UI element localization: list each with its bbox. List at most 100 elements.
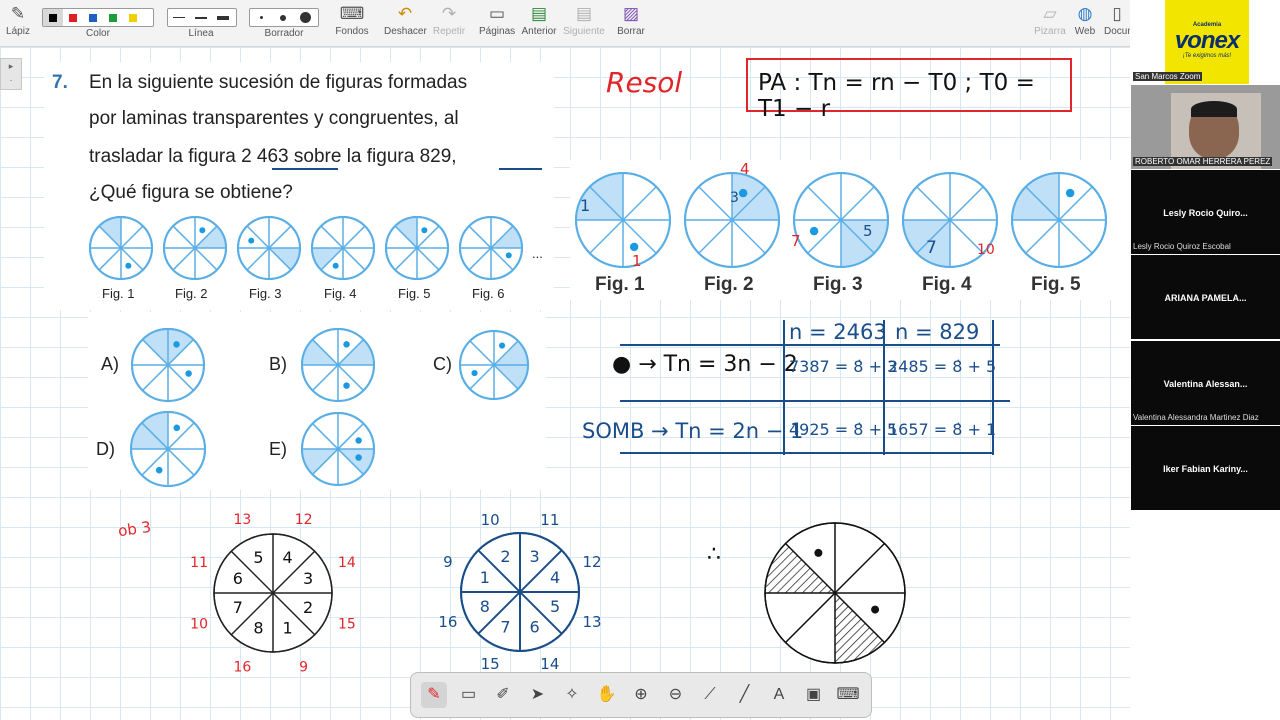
pencil-icon: ✎	[10, 4, 26, 23]
highlighter-icon[interactable]: ✐	[490, 682, 516, 708]
pa-formula: PA : Tn = rn − T0 ; T0 = T1 − r	[758, 70, 1035, 122]
option-figures	[130, 328, 529, 487]
undo-button[interactable]: ↶ Deshacer	[384, 2, 427, 37]
participant-fullname: Valentina Alessandra Martinez Diaz	[1133, 413, 1259, 422]
pen-icon[interactable]: ✎	[421, 682, 447, 708]
fig-label-2: Fig. 2	[175, 286, 208, 301]
participant-tile-2[interactable]: ARIANA PAMELA...	[1131, 255, 1280, 339]
final-answer-figure	[764, 522, 906, 664]
small-figure-4	[311, 216, 375, 280]
color-swatch-green[interactable]	[103, 9, 123, 26]
wheel1-inner-number-7: 7	[233, 598, 243, 617]
participant-name: Iker Fabian Kariny...	[1163, 464, 1248, 474]
enlarged-figure-row: Fig. 1 Fig. 2 Fig. 3 Fig. 4 Fig. 5 1 1 3…	[570, 160, 1130, 300]
participant-tile-3[interactable]: Valentina Alessan... Valentina Alessandr…	[1131, 341, 1280, 425]
wheel2-inner-number-7: 8	[480, 597, 490, 616]
wheel2-inner-number-4: 5	[550, 597, 560, 616]
problem-statement: 7. En la siguiente sucesión de figuras f…	[44, 62, 554, 310]
pages-button[interactable]: ▭ Páginas	[479, 2, 515, 37]
big-fig-label-3: Fig. 3	[813, 274, 863, 295]
pencil-button[interactable]: ✎ Lápiz	[4, 2, 32, 37]
eraser-medium-option[interactable]	[272, 9, 294, 26]
wheel1-outer-number-3: 14	[338, 555, 356, 571]
web-button[interactable]: ◍ Web	[1072, 2, 1098, 37]
pointer-icon[interactable]: ➤	[525, 682, 551, 708]
eraser-large-option[interactable]	[294, 9, 316, 26]
sequence-ellipsis: ...	[532, 246, 543, 261]
color-swatch-blue[interactable]	[83, 9, 103, 26]
keyboard-background-icon: ⌨	[339, 4, 365, 23]
wheel1-outer-number-1: 13	[233, 512, 251, 528]
line-thin-option[interactable]	[168, 9, 190, 26]
side-panel-toggle[interactable]: ▸ ·	[0, 58, 22, 90]
participant-tile-1[interactable]: Lesly Rocio Quiro... Lesly Rocio Quiroz …	[1131, 170, 1280, 254]
wheel2-outer-number-1: 10	[481, 511, 500, 529]
color-label: Color	[86, 28, 110, 39]
fig-label-6: Fig. 6	[472, 286, 505, 301]
clear-button[interactable]: ▨ Borrar	[615, 2, 647, 37]
eraser-icon[interactable]: ▭	[456, 682, 482, 708]
wheel-numbering-2	[460, 532, 580, 652]
participant-tile-4[interactable]: Iker Fabian Kariny...	[1131, 426, 1280, 510]
dot-formula: ● → Tn = 3n − 2	[612, 352, 798, 377]
eraser-label: Borrador	[264, 28, 304, 39]
wheel1-outer-number-4: 15	[338, 616, 356, 632]
screenshot-icon[interactable]: ▣	[801, 682, 827, 708]
option-b-figure	[301, 328, 375, 402]
shade-n2463-value: 4925 = 8̇ + 5	[789, 420, 898, 439]
speaker-tile[interactable]: ROBERTO OMAR HERRERA PEREZ	[1131, 85, 1280, 169]
speaker-name-label: ROBERTO OMAR HERRERA PEREZ	[1133, 157, 1273, 166]
line-label: Línea	[188, 28, 214, 39]
line-width-selector[interactable]	[167, 8, 237, 27]
fig-label-4: Fig. 4	[324, 286, 357, 301]
line-icon[interactable]: ╱	[732, 682, 758, 708]
zoom-out-icon[interactable]: ⊖	[663, 682, 689, 708]
wheel1-outer-number-5: 9	[299, 660, 308, 675]
dot-n2463-value: 7387 = 8̇ + 3	[789, 357, 898, 376]
big-fig-label-1: Fig. 1	[595, 274, 645, 295]
fig2-mark-4: 4	[740, 160, 750, 178]
eraser-size-selector[interactable]	[249, 8, 319, 27]
participant-name: Valentina Alessan...	[1163, 379, 1248, 389]
documents-button[interactable]: ▯ Docum	[1104, 2, 1130, 37]
eraser-small-option[interactable]	[250, 9, 272, 26]
wheel1-outer-number-8: 11	[190, 555, 208, 571]
zoom-in-icon[interactable]: ⊕	[628, 682, 654, 708]
color-swatch-yellow[interactable]	[123, 9, 143, 26]
wheel2-inner-number-5: 6	[529, 617, 539, 636]
fig2-mark-3: 3	[730, 190, 739, 206]
line-medium-option[interactable]	[190, 9, 212, 26]
wheel2-outer-number-3: 12	[583, 553, 602, 571]
participant-name: ARIANA PAMELA...	[1164, 293, 1247, 303]
magic-pointer-icon[interactable]: ✧	[559, 682, 585, 708]
redo-button[interactable]: ↷ Repetir	[432, 2, 466, 37]
hand-icon[interactable]: ✋	[594, 682, 620, 708]
backgrounds-button[interactable]: ⌨ Fondos	[334, 2, 370, 37]
fig3-mark-7: 7	[791, 232, 801, 250]
fig4-mark-10: 10	[977, 242, 995, 258]
wheel1-outer-number-2: 12	[295, 512, 313, 528]
brush-icon[interactable]: ⟋	[697, 682, 723, 708]
line-thick-option[interactable]	[212, 9, 234, 26]
color-swatch-black[interactable]	[43, 9, 63, 26]
wheel1-inner-number-3: 3	[303, 569, 313, 588]
document-icon: ▯	[1112, 4, 1122, 23]
color-palette[interactable]	[42, 8, 154, 27]
color-swatch-red[interactable]	[63, 9, 83, 26]
text-icon[interactable]: A	[766, 682, 792, 708]
wheel2-outer-number-8: 9	[443, 553, 453, 571]
keyboard-icon[interactable]: ⌨	[835, 682, 861, 708]
next-page-button[interactable]: ▤ Siguiente	[563, 2, 605, 37]
small-figure-5	[385, 216, 449, 280]
option-d-figure	[130, 411, 206, 487]
whiteboard-button[interactable]: ▱ Pizarra	[1033, 2, 1067, 37]
wheel1-outer-number-7: 10	[190, 616, 208, 632]
previous-page-button[interactable]: ▤ Anterior	[521, 2, 557, 37]
option-a-figure	[131, 328, 205, 402]
host-tile[interactable]: Academia vonex ¡Te exigimos más! San Mar…	[1131, 0, 1280, 84]
big-fig-label-2: Fig. 2	[704, 274, 754, 295]
table-head-n2463: n = 2463	[789, 320, 887, 344]
wheel1-inner-number-5: 1	[282, 618, 292, 637]
fig1-mark-1: 1	[580, 196, 591, 215]
problem-figures	[89, 168, 542, 280]
